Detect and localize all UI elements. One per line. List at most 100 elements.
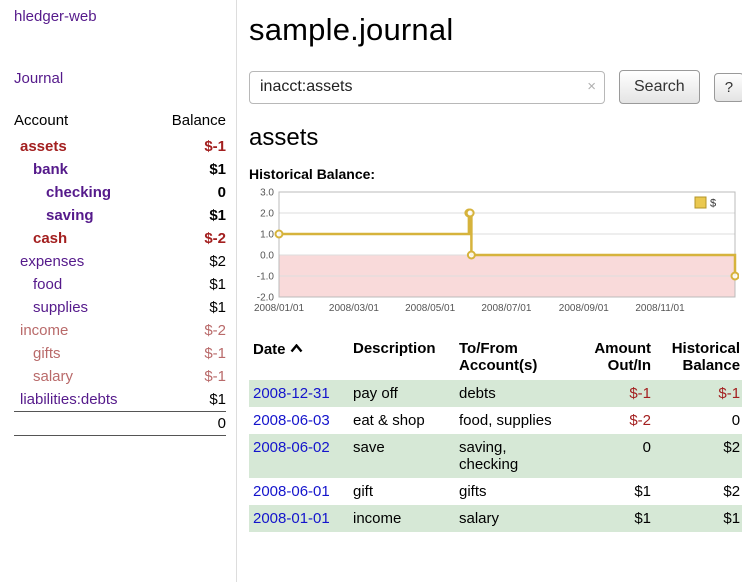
search-button[interactable]: Search	[619, 70, 700, 104]
account-link[interactable]: gifts	[33, 345, 61, 362]
account-row: gifts $-1	[14, 342, 226, 365]
transaction-date-cell: 2008-06-02	[249, 434, 349, 478]
transaction-amount: 0	[583, 434, 655, 478]
transaction-date-link[interactable]: 2008-12-31	[253, 385, 330, 402]
account-balance: $2	[153, 250, 226, 273]
svg-text:1.0: 1.0	[260, 230, 274, 241]
account-balance: $-1	[153, 342, 226, 365]
account-link[interactable]: expenses	[20, 253, 84, 270]
account-balance: $-1	[153, 365, 226, 388]
search-bar: × Search ?	[249, 70, 742, 104]
accounts-header-row: Account Balance	[14, 108, 226, 135]
register-row: 2008-12-31pay offdebts$-1$-1	[249, 380, 742, 407]
account-balance: $1	[153, 158, 226, 181]
register-header-date[interactable]: Date	[249, 338, 349, 380]
page: hledger-web Journal Account Balance asse…	[0, 0, 742, 582]
accounts-total-value: 0	[153, 412, 226, 436]
transaction-date-cell: 2008-06-03	[249, 407, 349, 434]
search-input-wrapper: ×	[249, 71, 605, 104]
transaction-balance: 0	[655, 407, 742, 434]
account-row: income $-2	[14, 319, 226, 342]
register-header-description: Description	[349, 338, 455, 380]
transaction-description: save	[349, 434, 455, 478]
transaction-date-cell: 2008-01-01	[249, 505, 349, 532]
transaction-date-link[interactable]: 2008-06-02	[253, 439, 330, 456]
svg-text:2008/05/01: 2008/05/01	[405, 303, 455, 314]
account-balance: $1	[153, 204, 226, 227]
account-balance: $-2	[153, 319, 226, 342]
account-balance: $1	[153, 273, 226, 296]
register-row: 2008-01-01incomesalary$1$1	[249, 505, 742, 532]
transaction-accounts: food, supplies	[455, 407, 583, 434]
clear-search-icon[interactable]: ×	[587, 78, 596, 95]
account-link[interactable]: assets	[20, 138, 67, 155]
transaction-description: eat & shop	[349, 407, 455, 434]
account-row: assets $-1	[14, 135, 226, 158]
account-link[interactable]: supplies	[33, 299, 88, 316]
app-brand-link[interactable]: hledger-web	[14, 8, 97, 25]
sort-ascending-icon	[290, 340, 303, 357]
svg-text:-1.0: -1.0	[257, 272, 275, 283]
account-row: cash $-2	[14, 227, 226, 250]
account-link[interactable]: food	[33, 276, 62, 293]
account-balance: 0	[153, 181, 226, 204]
account-link[interactable]: cash	[33, 230, 67, 247]
account-row: saving $1	[14, 204, 226, 227]
transaction-balance: $2	[655, 434, 742, 478]
svg-text:0.0: 0.0	[260, 251, 274, 262]
transaction-date-link[interactable]: 2008-01-01	[253, 510, 330, 527]
account-link[interactable]: income	[20, 322, 68, 339]
page-title: sample.journal	[249, 12, 742, 48]
register-header-amount: Amount Out/In	[583, 338, 655, 380]
svg-text:-2.0: -2.0	[257, 293, 275, 304]
accounts-total-row: 0	[14, 412, 226, 436]
register-header-accounts: To/From Account(s)	[455, 338, 583, 380]
transaction-date-cell: 2008-12-31	[249, 380, 349, 407]
account-balance: $-1	[153, 135, 226, 158]
help-button[interactable]: ?	[714, 73, 742, 102]
transaction-description: income	[349, 505, 455, 532]
account-row: salary $-1	[14, 365, 226, 388]
account-row: bank $1	[14, 158, 226, 181]
transaction-accounts: saving, checking	[455, 434, 583, 478]
accounts-header-balance: Balance	[153, 108, 226, 135]
register-row: 2008-06-02 savesaving, checking0$2	[249, 434, 742, 478]
account-balance: $-2	[153, 227, 226, 250]
transaction-date-link[interactable]: 2008-06-01	[253, 483, 330, 500]
account-balance: $1	[153, 296, 226, 319]
search-input[interactable]	[249, 71, 605, 104]
svg-text:3.0: 3.0	[260, 188, 274, 199]
transaction-accounts: debts	[455, 380, 583, 407]
account-link[interactable]: checking	[46, 184, 111, 201]
accounts-total-spacer	[14, 412, 153, 436]
historical-balance-chart: 3.02.01.00.0-1.0-2.02008/01/012008/03/01…	[249, 186, 742, 324]
register-row: 2008-06-03eat & shopfood, supplies$-20	[249, 407, 742, 434]
sidebar-item-journal[interactable]: Journal	[14, 70, 63, 87]
account-link[interactable]: saving	[46, 207, 94, 224]
account-heading: assets	[249, 124, 742, 152]
accounts-header-account: Account	[14, 108, 153, 135]
register-header-balance: Historical Balance	[655, 338, 742, 380]
account-row: liabilities:debts $1	[14, 388, 226, 412]
transaction-balance: $2	[655, 478, 742, 505]
transaction-description: pay off	[349, 380, 455, 407]
account-link[interactable]: salary	[33, 368, 73, 385]
account-link[interactable]: bank	[33, 161, 68, 178]
transaction-accounts: gifts	[455, 478, 583, 505]
accounts-table-body: assets $-1 bank $1 checking 0 saving $1 cash $-2 e…	[14, 135, 226, 412]
account-balance: $1	[153, 388, 226, 412]
svg-text:2.0: 2.0	[260, 209, 274, 220]
transaction-description: gift	[349, 478, 455, 505]
register-header-date-label: Date	[253, 341, 286, 358]
svg-text:2008/11/01: 2008/11/01	[635, 303, 685, 314]
register-header-row: Date Description To/From Account(s) Amou…	[249, 338, 742, 380]
account-link[interactable]: liabilities:debts	[20, 391, 118, 408]
chart-heading: Historical Balance:	[249, 166, 742, 182]
transaction-date-cell: 2008-06-01	[249, 478, 349, 505]
transaction-date-link[interactable]: 2008-06-03	[253, 412, 330, 429]
transaction-balance: $1	[655, 505, 742, 532]
main-content: sample.journal × Search ? assets Histori…	[237, 0, 742, 582]
svg-text:2008/03/01: 2008/03/01	[329, 303, 379, 314]
transaction-accounts: salary	[455, 505, 583, 532]
register-table: Date Description To/From Account(s) Amou…	[249, 338, 742, 532]
